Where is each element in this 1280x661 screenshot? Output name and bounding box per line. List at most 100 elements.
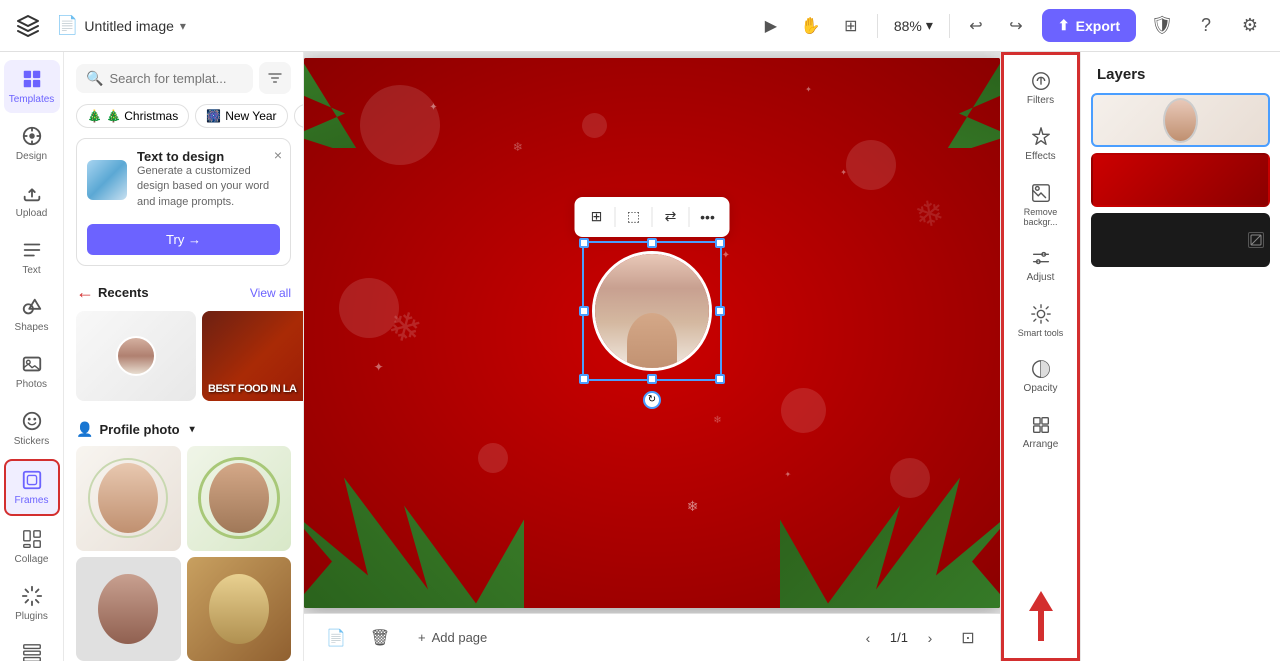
handle-bottom-right[interactable] bbox=[715, 374, 725, 384]
redo-button[interactable]: ↪ bbox=[998, 8, 1034, 44]
effects-tool[interactable]: Effects bbox=[1007, 118, 1075, 170]
sidebar-item-label: Photos bbox=[16, 379, 47, 390]
recent-thumb-inner bbox=[76, 311, 196, 401]
red-arrow-up bbox=[1029, 591, 1053, 641]
bottom-sidebar-area bbox=[4, 634, 60, 661]
chevron-down-icon: ▾ bbox=[180, 19, 186, 33]
smart-tools-tool[interactable]: Smart tools bbox=[1007, 295, 1075, 346]
handle-middle-right[interactable] bbox=[715, 306, 725, 316]
divider bbox=[877, 14, 878, 38]
view-all-button[interactable]: View all bbox=[250, 286, 291, 300]
hand-tool-button[interactable]: ✋ bbox=[793, 8, 829, 44]
next-page-button[interactable]: › bbox=[916, 624, 944, 652]
export-icon: ⬆ bbox=[1058, 17, 1070, 34]
frame-button[interactable]: ⬚ bbox=[620, 203, 648, 231]
template-card-1[interactable] bbox=[76, 446, 181, 551]
selection-box[interactable] bbox=[582, 241, 722, 381]
handle-middle-left[interactable] bbox=[579, 306, 589, 316]
recent-thumb-2[interactable]: BEST FOOD IN LA bbox=[202, 311, 303, 401]
page-icon-button[interactable]: 📄 bbox=[320, 622, 352, 654]
sidebar-item-shapes[interactable]: Shapes bbox=[4, 288, 60, 341]
effects-label: Effects bbox=[1025, 151, 1055, 162]
prev-page-button[interactable]: ‹ bbox=[854, 624, 882, 652]
left-sidebar: Templates Design Upload Te bbox=[0, 52, 64, 661]
handle-top-center[interactable] bbox=[647, 238, 657, 248]
divider bbox=[615, 207, 616, 227]
undo-button[interactable]: ↩ bbox=[958, 8, 994, 44]
layer-item-2[interactable] bbox=[1091, 153, 1270, 207]
t2d-header: Text to design Generate a customized des… bbox=[87, 149, 280, 210]
help-button[interactable]: ? bbox=[1188, 8, 1224, 44]
crop-button[interactable]: ⊞ bbox=[583, 203, 611, 231]
handle-bottom-center[interactable] bbox=[647, 374, 657, 384]
sidebar-item-upload[interactable]: Upload bbox=[4, 174, 60, 227]
profile-section-header[interactable]: 👤 Profile photo ▾ bbox=[64, 413, 303, 446]
delete-button[interactable]: 🗑 bbox=[364, 622, 396, 654]
right-tools-panel: Filters Effects Remove backgr... bbox=[1000, 52, 1080, 661]
sidebar-item-text[interactable]: Text bbox=[4, 231, 60, 284]
filters-tool[interactable]: Filters bbox=[1007, 62, 1075, 114]
sidebar-item-label: Shapes bbox=[15, 322, 49, 333]
filter-button[interactable] bbox=[259, 62, 291, 94]
export-label: Export bbox=[1076, 18, 1120, 34]
handle-top-left[interactable] bbox=[579, 238, 589, 248]
canvas-container[interactable]: ✦ ✦ ✦ ✦ ✦ ✦ ❄ ❄ ❄ bbox=[304, 52, 1000, 613]
rotate-handle[interactable]: ↻ bbox=[643, 391, 661, 409]
sidebar-item-design[interactable]: Design bbox=[4, 117, 60, 170]
sidebar-item-collage[interactable]: Collage bbox=[4, 520, 60, 573]
recent-thumb-1[interactable] bbox=[76, 311, 196, 401]
template-card-2[interactable] bbox=[187, 446, 292, 551]
canvas[interactable]: ✦ ✦ ✦ ✦ ✦ ✦ ❄ ❄ ❄ bbox=[304, 58, 1000, 608]
sidebar-item-photos[interactable]: Photos bbox=[4, 345, 60, 398]
sidebar-item-label: Text bbox=[22, 265, 40, 276]
more-tag[interactable]: Mo... bbox=[294, 104, 304, 128]
t2d-close-button[interactable]: × bbox=[274, 147, 282, 163]
play-button[interactable]: ▶ bbox=[753, 8, 789, 44]
export-button[interactable]: ⬆ Export bbox=[1042, 9, 1136, 42]
document-title-area[interactable]: 📄 Untitled image ▾ bbox=[56, 15, 186, 36]
shield-button[interactable]: 🛡 bbox=[1144, 8, 1180, 44]
zoom-level: 88% bbox=[894, 18, 922, 34]
opacity-tool[interactable]: Opacity bbox=[1007, 350, 1075, 402]
fullscreen-button[interactable]: ⊡ bbox=[952, 622, 984, 654]
replace-button[interactable]: ⇄ bbox=[657, 203, 685, 231]
layer-item-3[interactable] bbox=[1091, 213, 1270, 267]
layer-item-1[interactable] bbox=[1091, 93, 1270, 147]
pine-bottom-left bbox=[304, 478, 524, 608]
sidebar-item-label: Plugins bbox=[15, 611, 48, 622]
t2d-text: Text to design Generate a customized des… bbox=[137, 149, 280, 210]
handle-bottom-left[interactable] bbox=[579, 374, 589, 384]
t2d-title: Text to design bbox=[137, 149, 280, 164]
arrange-tool[interactable]: Arrange bbox=[1007, 406, 1075, 458]
search-input-wrap[interactable]: 🔍 bbox=[76, 64, 253, 93]
layout-button[interactable]: ⊞ bbox=[833, 8, 869, 44]
divider3 bbox=[689, 207, 690, 227]
settings-button[interactable]: ⚙ bbox=[1232, 8, 1268, 44]
christmas-tag[interactable]: 🎄 🎄 Christmas bbox=[76, 104, 189, 128]
zoom-display[interactable]: 88% ▾ bbox=[886, 13, 941, 38]
search-input[interactable] bbox=[109, 71, 243, 86]
t2d-try-button[interactable]: Try → bbox=[87, 224, 280, 255]
selected-element[interactable]: ⊞ ⬚ ⇄ ••• bbox=[582, 241, 722, 381]
sidebar-item-label: Collage bbox=[15, 554, 49, 565]
add-page-label: Add page bbox=[432, 630, 488, 645]
sidebar-item-stickers[interactable]: Stickers bbox=[4, 402, 60, 455]
template-card-3[interactable] bbox=[76, 557, 181, 661]
layer-portrait bbox=[1163, 98, 1198, 143]
add-page-button[interactable]: + Add page bbox=[408, 624, 497, 651]
remove-bg-tool[interactable]: Remove backgr... bbox=[1007, 174, 1075, 235]
sidebar-item-frames[interactable]: Frames bbox=[4, 459, 60, 516]
t2d-description: Generate a customized design based on yo… bbox=[137, 164, 280, 210]
sidebar-item-extra[interactable] bbox=[4, 634, 60, 661]
more-button[interactable]: ••• bbox=[694, 203, 722, 231]
handle-top-right[interactable] bbox=[715, 238, 725, 248]
adjust-tool[interactable]: Adjust bbox=[1007, 239, 1075, 291]
user-icon: 👤 bbox=[76, 421, 93, 438]
app-logo[interactable] bbox=[12, 10, 44, 42]
templates-grid bbox=[64, 446, 303, 661]
template-card-4[interactable] bbox=[187, 557, 292, 661]
document-name: Untitled image bbox=[84, 18, 174, 34]
sidebar-item-templates[interactable]: Templates bbox=[4, 60, 60, 113]
new-year-tag[interactable]: 🎆 New Year bbox=[195, 104, 287, 128]
sidebar-item-plugins[interactable]: Plugins bbox=[4, 577, 60, 630]
